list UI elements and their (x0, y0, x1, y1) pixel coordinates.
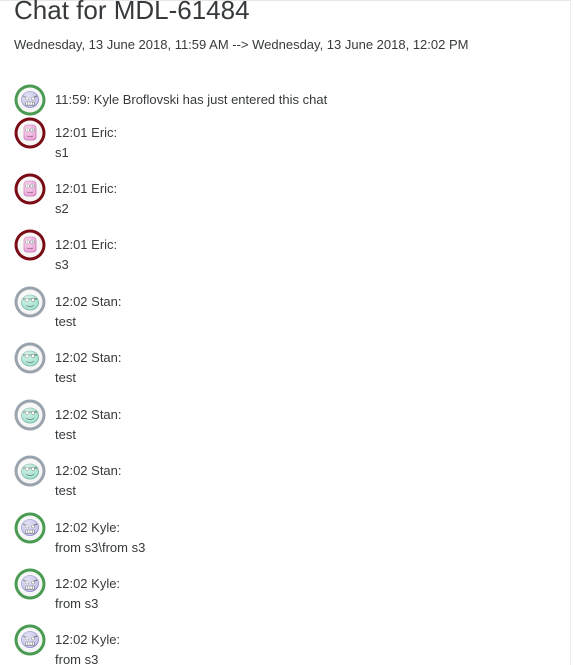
message-text: test (55, 427, 76, 442)
eric-avatar-icon (14, 229, 46, 261)
message-meta: 12:02 Kyle: (55, 632, 121, 647)
session-date-range: Wednesday, 13 June 2018, 11:59 AM --> We… (14, 37, 469, 52)
page-title: Chat for MDL-61484 (14, 0, 250, 25)
message-meta: 12:02 Stan: (55, 463, 122, 478)
stan-avatar-icon (14, 455, 46, 487)
message-text: from s3 (55, 652, 99, 665)
message-meta: 12:01 Eric: (55, 181, 118, 196)
chat-message: 12:02 Stan: test (0, 286, 560, 336)
stan-avatar-icon (14, 342, 46, 374)
chat-message: 12:01 Eric: s1 (0, 117, 560, 167)
message-meta: 12:02 Stan: (55, 294, 122, 309)
chat-message: 12:02 Stan: test (0, 399, 560, 449)
stan-avatar-icon (14, 399, 46, 431)
kyle-avatar-icon (14, 568, 46, 600)
message-meta: 12:01 Eric: (55, 125, 118, 140)
chat-message: 12:02 Stan: test (0, 455, 560, 505)
message-text: test (55, 483, 76, 498)
chat-message: 12:01 Eric: s2 (0, 173, 560, 223)
chat-message: 12:02 Stan: test (0, 342, 560, 392)
eric-avatar-icon (14, 117, 46, 149)
chat-message: 12:02 Kyle: from s3 (0, 624, 560, 665)
eric-avatar-icon (14, 173, 46, 205)
message-text: s1 (55, 145, 69, 160)
chat-message: 12:02 Kyle: from s3 (0, 568, 560, 618)
message-meta: 12:02 Stan: (55, 407, 122, 422)
chat-message: 12:02 Kyle: from s3\from s3 (0, 512, 560, 562)
kyle-avatar-icon (14, 624, 46, 656)
message-meta: 12:01 Eric: (55, 237, 118, 252)
chat-message: 12:01 Eric: s3 (0, 229, 560, 279)
message-text: from s3 (55, 596, 99, 611)
message-text: from s3\from s3 (55, 540, 146, 555)
message-text: s2 (55, 201, 69, 216)
message-text: test (55, 314, 76, 329)
kyle-avatar-icon (14, 84, 46, 116)
right-divider (570, 0, 571, 665)
message-meta: 12:02 Stan: (55, 350, 122, 365)
message-meta: 12:02 Kyle: (55, 576, 121, 591)
kyle-avatar-icon (14, 512, 46, 544)
message-text: test (55, 370, 76, 385)
chat-log-page: Chat for MDL-61484 Wednesday, 13 June 20… (0, 0, 573, 665)
message-text: s3 (55, 257, 69, 272)
stan-avatar-icon (14, 286, 46, 318)
system-message-text: 11:59: Kyle Broflovski has just entered … (55, 92, 328, 107)
message-meta: 12:02 Kyle: (55, 520, 121, 535)
